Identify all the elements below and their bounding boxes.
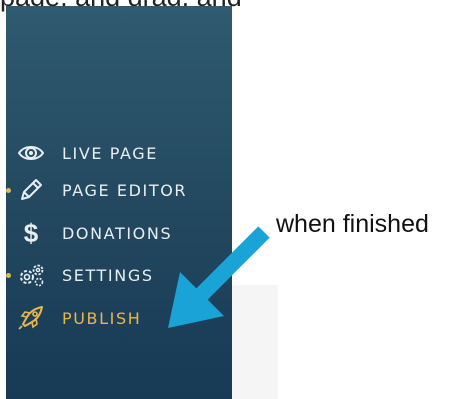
annotation-arrow-icon [168,226,270,328]
